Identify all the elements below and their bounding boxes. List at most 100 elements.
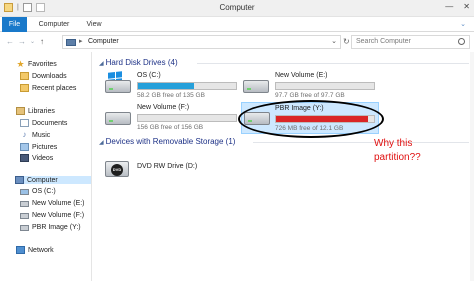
collapse-chevron-icon[interactable]: ◢ [99,140,104,146]
nav-drive-c[interactable]: OS (C:) [20,188,56,195]
nav-recent-places-label: Recent places [32,84,77,92]
drive-name: New Volume (F:) [137,104,190,111]
hard-drive-icon [105,80,131,93]
os-drive-icon [20,188,29,195]
nav-drive-e-label: New Volume (E:) [32,200,85,207]
nav-pictures[interactable]: Pictures [20,143,57,151]
drive-name: New Volume (E:) [275,72,328,79]
nav-libraries-label: Libraries [28,107,55,115]
ribbon: File Computer View ⌄ [0,17,474,32]
nav-videos[interactable]: Videos [20,154,53,162]
chevron-right-icon[interactable]: ▸ [79,37,83,45]
up-button[interactable]: ↑ [40,37,44,46]
nav-drive-e[interactable]: New Volume (E:) [20,200,85,207]
drive-dvd-rw-d[interactable]: DVD DVD RW Drive (D:) [105,157,255,187]
nav-videos-label: Videos [32,154,54,162]
capacity-bar [137,114,237,122]
network-icon [16,246,25,254]
window-controls: — ✕ [445,2,470,11]
hard-drive-icon [243,80,269,93]
refresh-icon[interactable]: ↻ [343,37,350,46]
annotation-line-2: partition?? [374,152,421,163]
pictures-icon [20,143,29,151]
nav-computer-label: Computer [27,176,58,184]
annotation-ellipse [238,100,384,138]
tab-view[interactable]: View [80,17,108,32]
collapse-chevron-icon[interactable]: ◢ [99,61,104,67]
hard-drive-icon [20,224,29,231]
capacity-bar-fill [138,83,194,89]
drive-new-volume-f[interactable]: New Volume (F:) 156 GB free of 156 GB [105,104,240,134]
tab-file[interactable]: File [2,17,27,32]
search-icon[interactable] [458,38,465,45]
group-removable-storage[interactable]: ◢ Devices with Removable Storage (1) [99,137,235,146]
title-bar: | Computer — ✕ [0,0,474,17]
nav-downloads-label: Downloads [32,72,67,80]
nav-drive-c-label: OS (C:) [32,188,56,195]
nav-computer[interactable]: Computer [15,176,91,184]
hard-drive-icon [20,212,29,219]
minimize-button[interactable]: — [445,2,453,11]
nav-recent-places[interactable]: Recent places [20,84,76,92]
tab-computer[interactable]: Computer [34,17,74,32]
nav-drive-f[interactable]: New Volume (F:) [20,212,84,219]
nav-documents[interactable]: Documents [20,119,67,127]
forward-button[interactable]: → [18,37,26,46]
nav-network-label: Network [28,246,54,254]
nav-downloads[interactable]: Downloads [20,72,67,80]
nav-favorites[interactable]: ★ Favorites [16,59,57,69]
window-title: Computer [219,3,255,12]
computer-icon [66,39,76,46]
annotation-line-1: Why this [374,138,413,149]
dvd-disc-icon: DVD [111,164,123,176]
drive-name: DVD RW Drive (D:) [137,163,198,170]
drive-free-space: 58.2 GB free of 135 GB [137,92,205,99]
drive-new-volume-e[interactable]: New Volume (E:) 97.7 GB free of 97.7 GB [243,72,378,102]
navigation-pane: ★ Favorites Downloads Recent places Libr… [0,52,92,281]
drive-free-space: 156 GB free of 156 GB [137,124,204,131]
libraries-icon [16,107,25,115]
music-icon: ♪ [22,130,27,139]
nav-pictures-label: Pictures [32,143,58,151]
group-removable-storage-label: Devices with Removable Storage (1) [105,137,236,146]
capacity-bar [137,82,237,90]
nav-drive-f-label: New Volume (F:) [32,212,85,219]
group-hard-disk-drives-label: Hard Disk Drives (4) [105,58,178,67]
drive-name: OS (C:) [137,72,161,79]
capacity-bar [275,82,375,90]
recent-places-icon [20,84,29,92]
nav-documents-label: Documents [32,119,68,127]
chevron-down-icon[interactable]: ⌄ [331,37,337,45]
nav-favorites-label: Favorites [28,60,57,68]
dvd-drive-icon: DVD [105,161,129,177]
star-icon: ★ [16,59,25,69]
computer-icon [15,176,24,184]
content-pane: ◢ Hard Disk Drives (4) OS (C:) 58.2 GB fr… [93,52,474,281]
nav-music-label: Music [32,131,51,139]
expand-ribbon-icon[interactable]: ⌄ [460,20,466,28]
recent-locations-icon[interactable]: ⌄ [30,38,35,45]
back-button[interactable]: ← [6,37,14,46]
documents-icon [20,119,29,127]
annotation-text: Why this partition?? [374,137,454,165]
videos-icon [20,154,29,162]
search-placeholder: Search Computer [356,38,411,45]
address-path[interactable]: Computer [88,38,119,45]
nav-drive-y-label: PBR Image (Y:) [32,224,81,231]
hard-drive-icon [105,112,131,125]
nav-music[interactable]: ♪ Music [20,130,51,139]
group-divider [197,63,469,64]
nav-libraries[interactable]: Libraries [16,107,55,115]
nav-network[interactable]: Network [16,246,54,254]
drive-os-c[interactable]: OS (C:) 58.2 GB free of 135 GB [105,71,240,102]
address-bar[interactable]: ▸ Computer ⌄ [62,35,341,49]
address-row: ← → ⌄ ↑ ▸ Computer ⌄ ↻ Search Computer [0,33,474,51]
hard-drive-icon [20,200,29,207]
drive-free-space: 97.7 GB free of 97.7 GB [275,92,345,99]
vertical-scrollbar[interactable] [470,52,474,281]
downloads-folder-icon [20,72,29,80]
group-hard-disk-drives[interactable]: ◢ Hard Disk Drives (4) [99,58,178,67]
search-input[interactable]: Search Computer [351,35,470,49]
nav-drive-y[interactable]: PBR Image (Y:) [20,224,81,231]
close-button[interactable]: ✕ [463,2,470,11]
